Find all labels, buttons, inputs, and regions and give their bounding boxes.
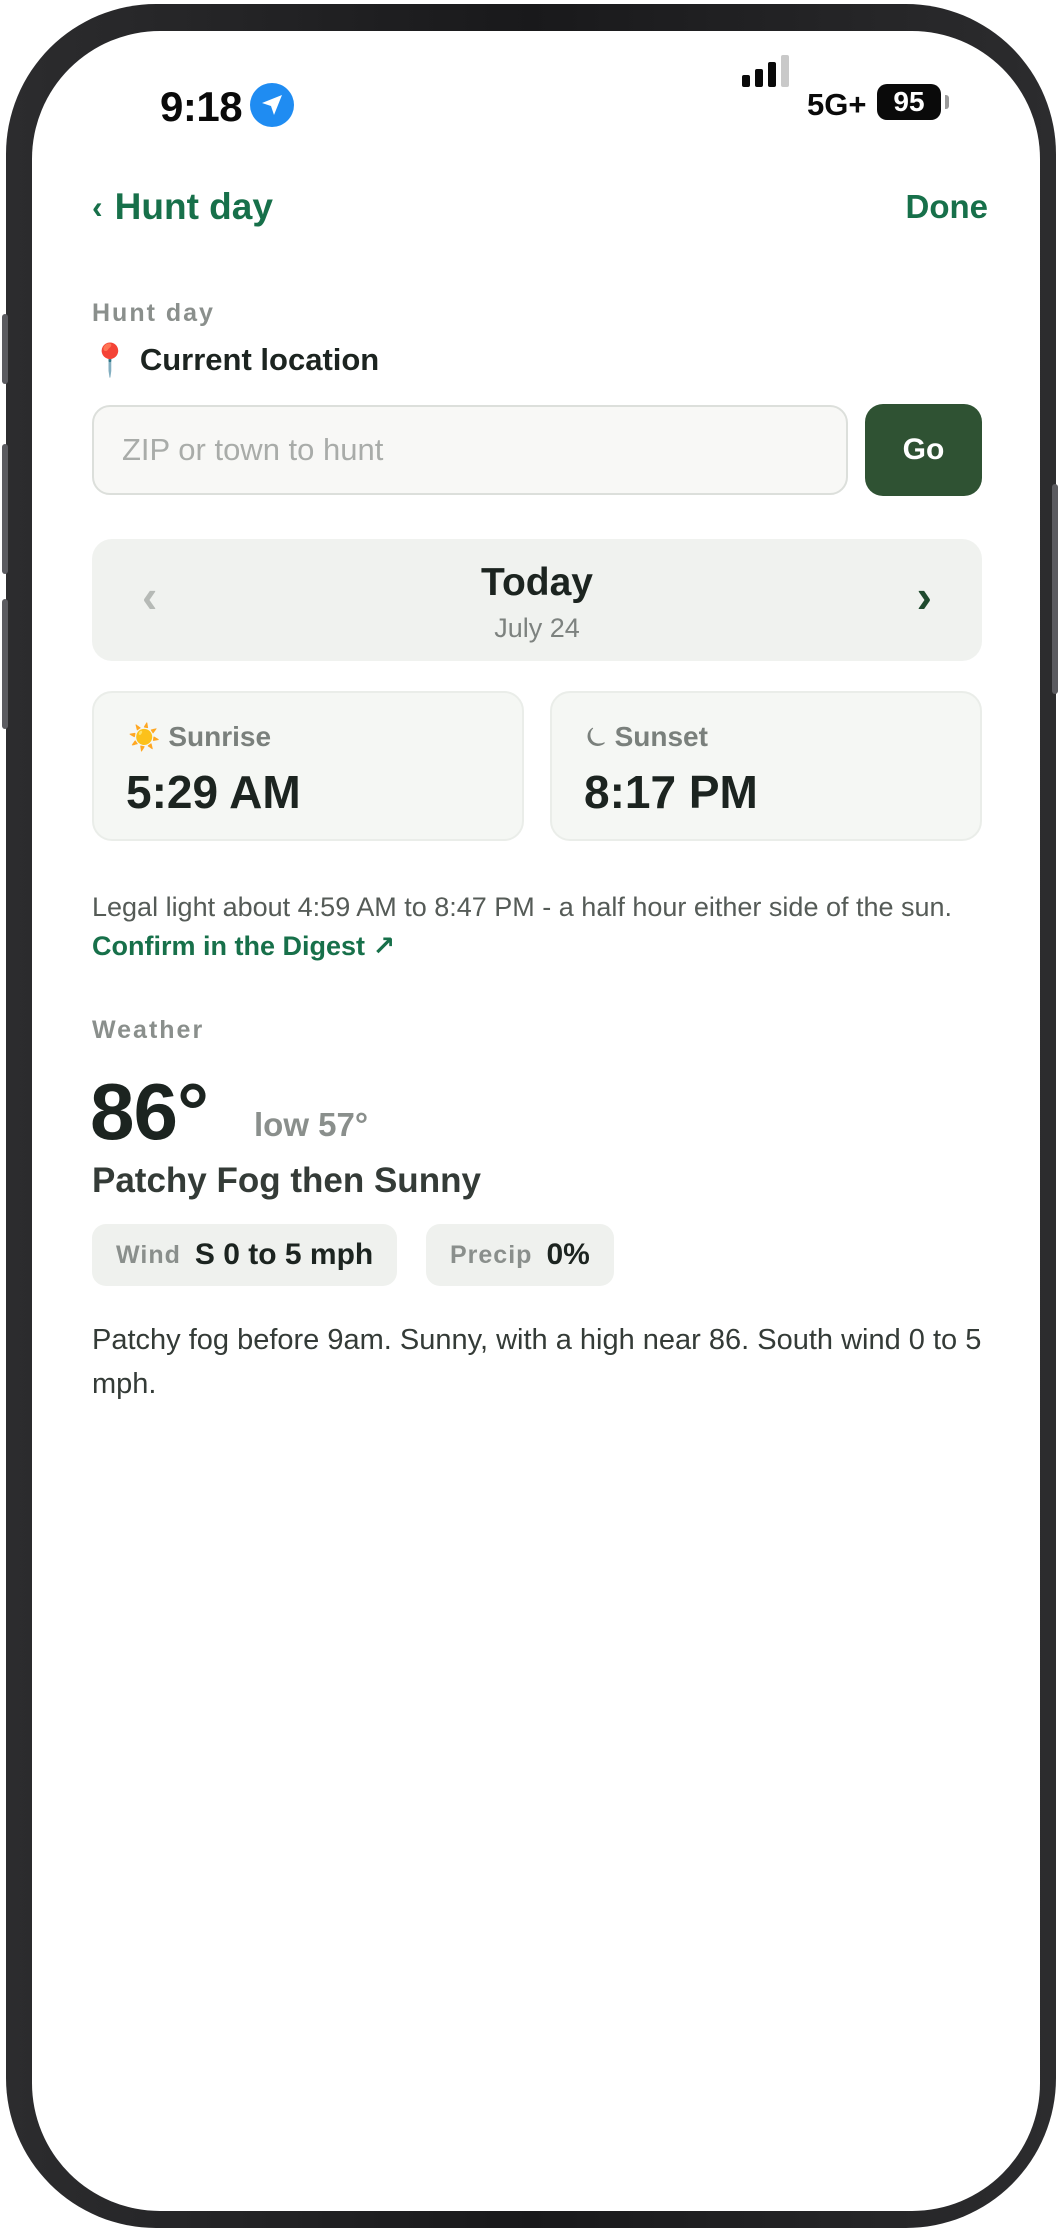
battery-icon: 95 bbox=[877, 84, 941, 120]
sunset-card: ⏾ Sunset 8:17 PM bbox=[550, 691, 982, 841]
hunt-day-section-label: Hunt day bbox=[92, 299, 215, 327]
volume-up-button bbox=[2, 444, 8, 574]
current-location-button[interactable]: 📍 Current location bbox=[90, 341, 379, 379]
precip-chip: Precip 0% bbox=[426, 1224, 614, 1286]
status-time: 9:18 bbox=[160, 83, 243, 130]
sunset-label-row: ⏾ Sunset bbox=[586, 721, 708, 753]
low-temperature: low 57° bbox=[254, 1106, 369, 1143]
precip-label: Precip bbox=[450, 1240, 533, 1269]
sunrise-label: Sunrise bbox=[168, 721, 272, 752]
network-type: 5G+ bbox=[807, 87, 867, 122]
volume-down-button bbox=[2, 599, 8, 729]
back-button-label: Hunt day bbox=[114, 186, 273, 227]
app-screen: 9:18 5G+ 95 ‹ Hunt day Done Hunt day 📍 C… bbox=[32, 31, 1040, 2211]
precip-value: 0% bbox=[546, 1238, 590, 1271]
day-title: Today bbox=[481, 561, 593, 604]
action-button bbox=[2, 314, 8, 384]
high-temperature: 86° bbox=[90, 1067, 209, 1156]
moon-icon: ⏾ bbox=[586, 721, 607, 751]
phone-frame: 9:18 5G+ 95 ‹ Hunt day Done Hunt day 📍 C… bbox=[2, 4, 1058, 2228]
go-button[interactable]: Go bbox=[865, 404, 982, 496]
day-date: July 24 bbox=[494, 613, 580, 643]
sunrise-label-row: ☀️ Sunrise bbox=[128, 721, 271, 753]
pin-icon: 📍 bbox=[90, 342, 130, 378]
sunrise-time: 5:29 AM bbox=[126, 766, 301, 818]
wind-value: S 0 to 5 mph bbox=[194, 1238, 374, 1271]
location-arrow-icon bbox=[250, 83, 294, 127]
power-button bbox=[1052, 484, 1058, 694]
wind-label: Wind bbox=[116, 1240, 181, 1269]
forecast-text: Patchy fog before 9am. Sunny, with a hig… bbox=[92, 1324, 982, 1400]
confirm-digest-link[interactable]: Confirm in the Digest ↗ bbox=[92, 931, 395, 961]
wind-chip: Wind S 0 to 5 mph bbox=[92, 1224, 398, 1286]
weather-section-label: Weather bbox=[92, 1016, 205, 1044]
legal-light-text: Legal light about 4:59 AM to 8:47 PM - a… bbox=[92, 892, 953, 922]
battery-cap bbox=[945, 95, 949, 109]
back-button[interactable]: ‹ Hunt day bbox=[92, 186, 273, 228]
sunrise-card: ☀️ Sunrise 5:29 AM bbox=[92, 691, 524, 841]
sunset-label: Sunset bbox=[614, 721, 708, 752]
sunset-time: 8:17 PM bbox=[584, 766, 758, 818]
location-search-input[interactable] bbox=[92, 405, 848, 495]
legal-light-note: Legal light about 4:59 AM to 8:47 PM - a… bbox=[92, 888, 992, 966]
current-location-label: Current location bbox=[139, 342, 380, 377]
weather-condition: Patchy Fog then Sunny bbox=[92, 1161, 481, 1200]
done-button[interactable]: Done bbox=[906, 188, 989, 226]
chevron-left-icon: ‹ bbox=[92, 188, 103, 225]
day-picker: ‹ Today July 24 › bbox=[92, 539, 982, 661]
sun-icon: ☀️ bbox=[128, 721, 161, 752]
chevron-right-icon[interactable]: › bbox=[917, 569, 932, 623]
